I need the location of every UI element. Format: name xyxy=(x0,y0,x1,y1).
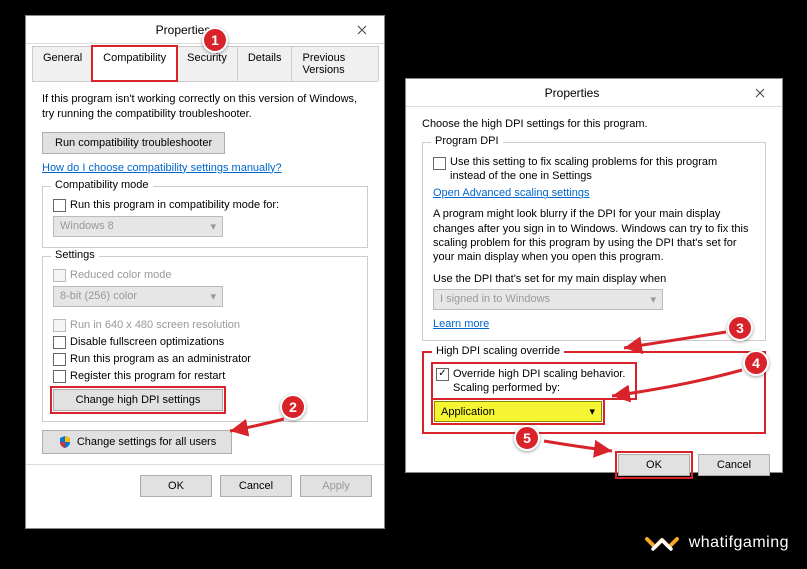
window-title: Properties xyxy=(26,23,340,37)
close-icon xyxy=(755,88,765,98)
program-dpi-legend: Program DPI xyxy=(431,135,503,147)
callout-badge-5: 5 xyxy=(514,425,540,451)
shield-icon xyxy=(58,435,72,449)
run-admin-label: Run this program as an administrator xyxy=(70,353,251,365)
cancel-button[interactable]: Cancel xyxy=(220,475,292,497)
reduced-color-label: Reduced color mode xyxy=(70,269,172,281)
override-check-label: Override high DPI scaling behavior. Scal… xyxy=(453,367,625,396)
tab-previous-versions[interactable]: Previous Versions xyxy=(291,46,379,81)
compat-mode-select: Windows 8 ▾ xyxy=(53,216,223,237)
run-admin-checkbox[interactable] xyxy=(53,353,66,366)
compat-mode-legend: Compatibility mode xyxy=(51,179,153,191)
tab-compatibility[interactable]: Compatibility xyxy=(92,46,177,81)
tab-security[interactable]: Security xyxy=(176,46,238,81)
register-restart-checkbox[interactable] xyxy=(53,370,66,383)
override-select[interactable]: Application ▾ xyxy=(434,401,602,422)
cancel-button-2[interactable]: Cancel xyxy=(698,454,770,476)
chevron-down-icon: ▾ xyxy=(589,405,595,418)
learn-more-link[interactable]: Learn more xyxy=(433,318,489,330)
logo-icon xyxy=(643,529,681,557)
chevron-down-icon: ▾ xyxy=(210,220,216,233)
program-dpi-checkbox[interactable] xyxy=(433,157,446,170)
window-title-2: Properties xyxy=(406,86,738,100)
register-restart-label: Register this program for restart xyxy=(70,370,225,382)
callout-badge-1: 1 xyxy=(202,27,228,53)
tabs: General Compatibility Security Details P… xyxy=(32,46,378,82)
logo-text: whatifgaming xyxy=(689,534,789,552)
disable-fullscreen-label: Disable fullscreen optimizations xyxy=(70,336,224,348)
program-dpi-check-label: Use this setting to fix scaling problems… xyxy=(450,155,755,184)
signin-select: I signed in to Windows ▾ xyxy=(433,289,663,310)
run-640-label: Run in 640 x 480 screen resolution xyxy=(70,319,240,331)
use-dpi-label: Use the DPI that's set for my main displ… xyxy=(433,273,755,285)
run-troubleshooter-button[interactable]: Run compatibility troubleshooter xyxy=(42,132,225,154)
tab-details[interactable]: Details xyxy=(237,46,293,81)
change-all-users-button[interactable]: Change settings for all users xyxy=(42,430,232,454)
run-640-checkbox xyxy=(53,319,66,332)
callout-badge-2: 2 xyxy=(280,394,306,420)
callout-badge-4: 4 xyxy=(743,350,769,376)
compat-mode-checkbox[interactable] xyxy=(53,199,66,212)
disable-fullscreen-checkbox[interactable] xyxy=(53,336,66,349)
chevron-down-icon: ▾ xyxy=(650,293,656,306)
close-button-2[interactable] xyxy=(738,79,782,107)
callout-badge-3: 3 xyxy=(727,315,753,341)
dialog2-button-row: OK Cancel xyxy=(406,452,782,486)
settings-group: Settings Reduced color mode 8-bit (256) … xyxy=(42,256,368,422)
properties-dialog-2: Properties Choose the high DPI settings … xyxy=(405,78,783,473)
override-legend: High DPI scaling override xyxy=(432,345,564,357)
program-dpi-group: Program DPI Use this setting to fix scal… xyxy=(422,142,766,341)
apply-button: Apply xyxy=(300,475,372,497)
dialog1-button-row: OK Cancel Apply xyxy=(26,464,384,507)
manual-settings-link[interactable]: How do I choose compatibility settings m… xyxy=(42,162,282,174)
compat-mode-group: Compatibility mode Run this program in c… xyxy=(42,186,368,248)
close-button[interactable] xyxy=(340,16,384,44)
override-group: High DPI scaling override Override high … xyxy=(422,351,766,435)
tab-general[interactable]: General xyxy=(32,46,93,81)
change-dpi-button[interactable]: Change high DPI settings xyxy=(53,389,223,411)
advanced-scaling-link[interactable]: Open Advanced scaling settings xyxy=(433,187,590,199)
titlebar-2: Properties xyxy=(406,79,782,107)
intro-text-2: Choose the high DPI settings for this pr… xyxy=(422,117,766,132)
compat-mode-label: Run this program in compatibility mode f… xyxy=(70,199,279,211)
intro-text: If this program isn't working correctly … xyxy=(42,92,368,122)
ok-button[interactable]: OK xyxy=(140,475,212,497)
program-dpi-description: A program might look blurry if the DPI f… xyxy=(433,207,755,264)
reduced-color-checkbox xyxy=(53,269,66,282)
properties-dialog-1: Properties General Compatibility Securit… xyxy=(25,15,385,529)
color-select: 8-bit (256) color ▾ xyxy=(53,286,223,307)
brand-logo: whatifgaming xyxy=(643,529,789,557)
settings-legend: Settings xyxy=(51,249,99,261)
ok-button-2[interactable]: OK xyxy=(618,454,690,476)
override-checkbox[interactable] xyxy=(436,368,449,381)
chevron-down-icon: ▾ xyxy=(210,290,216,303)
close-icon xyxy=(357,25,367,35)
